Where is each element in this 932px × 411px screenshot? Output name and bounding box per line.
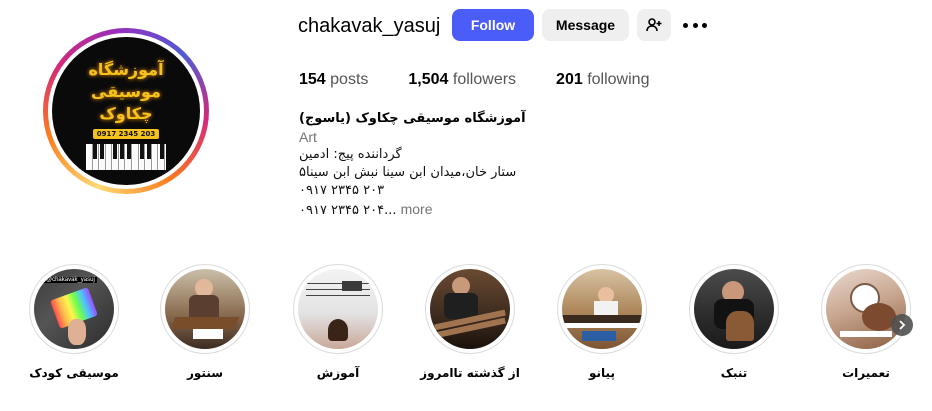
avatar-image: آموزشگاه موسیقی چکاوک 0917 2345 203 [52, 37, 200, 185]
highlight-label: تعمیرات [842, 366, 890, 380]
story-highlights: @chakavak_yasuj موسیقی کودک سنتور آموزش … [0, 264, 932, 394]
profile-username: chakavak_yasuj [298, 15, 441, 37]
suggested-accounts-button[interactable] [637, 9, 671, 41]
followers-count: 1,504 [408, 71, 449, 88]
avatar-phone: 0917 2345 203 [92, 129, 160, 139]
bio-category: Art [299, 129, 317, 145]
highlight-label: پیانو [589, 366, 615, 380]
bio-line-4: ۰۹۱۷ ۲۳۴۵ ۲۰۴... more [299, 200, 559, 220]
bio-line-4-text: ۰۹۱۷ ۲۳۴۵ ۲۰۴... [299, 203, 397, 218]
highlight-label: آموزش [316, 366, 360, 380]
profile-stats: 154 posts 1,504 followers 201 following [299, 71, 689, 89]
bio-full-name: آموزشگاه موسیقی چکاوک (یاسوج) [299, 111, 526, 126]
highlight-ring [293, 264, 383, 354]
avatar-line-1: آموزشگاه [88, 60, 164, 79]
highlight-ring [821, 264, 911, 354]
add-person-icon [646, 18, 662, 32]
bio-line-2: ستار خان،میدان ابن سینا نبش ابن سینا۵ [299, 165, 517, 180]
piano-keys-icon [86, 144, 166, 170]
highlight-label: موسیقی کودک [29, 366, 119, 380]
followers-label: followers [452, 71, 517, 88]
following-stat[interactable]: 201 following [556, 71, 649, 89]
avatar-logo-text: آموزشگاه موسیقی چکاوک [71, 59, 181, 125]
posts-count: 154 [299, 71, 326, 88]
highlight-item[interactable]: @chakavak_yasuj موسیقی کودک [19, 264, 129, 380]
highlight-ring: @chakavak_yasuj [29, 264, 119, 354]
posts-label: posts [330, 71, 369, 88]
profile-avatar[interactable]: آموزشگاه موسیقی چکاوک 0917 2345 203 [43, 28, 209, 194]
highlight-thumbnail [562, 269, 642, 349]
avatar-line-2: موسیقی [91, 82, 161, 101]
more-horizontal-icon[interactable] [683, 16, 707, 34]
avatar-border: آموزشگاه موسیقی چکاوک 0917 2345 203 [48, 33, 204, 189]
message-button[interactable]: Message [542, 9, 629, 41]
chevron-right-icon [899, 320, 906, 330]
posts-stat[interactable]: 154 posts [299, 71, 368, 89]
highlight-label: از گذشته تاامروز [420, 366, 520, 380]
highlight-label: سنتور [186, 366, 224, 380]
highlights-next-button[interactable] [891, 314, 913, 336]
highlight-thumbnail [826, 269, 906, 349]
bio-more-link[interactable]: more [401, 201, 433, 217]
highlight-item[interactable]: آموزش [283, 264, 393, 380]
follow-button[interactable]: Follow [452, 9, 534, 41]
highlight-item[interactable]: تنبک [679, 264, 789, 380]
following-count: 201 [556, 71, 583, 88]
highlight-ring [425, 264, 515, 354]
avatar-line-3: چکاوک [99, 104, 153, 123]
highlight-item[interactable]: سنتور [150, 264, 260, 380]
bio-line-1: گرداننده پیج: ادمین [299, 147, 402, 162]
highlight-label: تنبک [720, 366, 748, 380]
highlight-ring [689, 264, 779, 354]
highlight-ring [557, 264, 647, 354]
following-label: following [587, 71, 650, 88]
highlight-thumbnail [430, 269, 510, 349]
highlight-ring [160, 264, 250, 354]
highlight-thumbnail [694, 269, 774, 349]
highlight-item[interactable]: از گذشته تاامروز [415, 264, 525, 380]
profile-bio: آموزشگاه موسیقی چکاوک (یاسوج) Art گردانن… [299, 110, 559, 220]
highlight-thumb-caption: @chakavak_yasuj [44, 277, 97, 283]
highlight-thumbnail [165, 269, 245, 349]
highlight-thumbnail: @chakavak_yasuj [34, 269, 114, 349]
followers-stat[interactable]: 1,504 followers [408, 71, 516, 89]
highlight-thumbnail [298, 269, 378, 349]
bio-line-3: ۰۹۱۷ ۲۳۴۵ ۲۰۳ [299, 183, 385, 198]
highlight-item[interactable]: پیانو [547, 264, 657, 380]
